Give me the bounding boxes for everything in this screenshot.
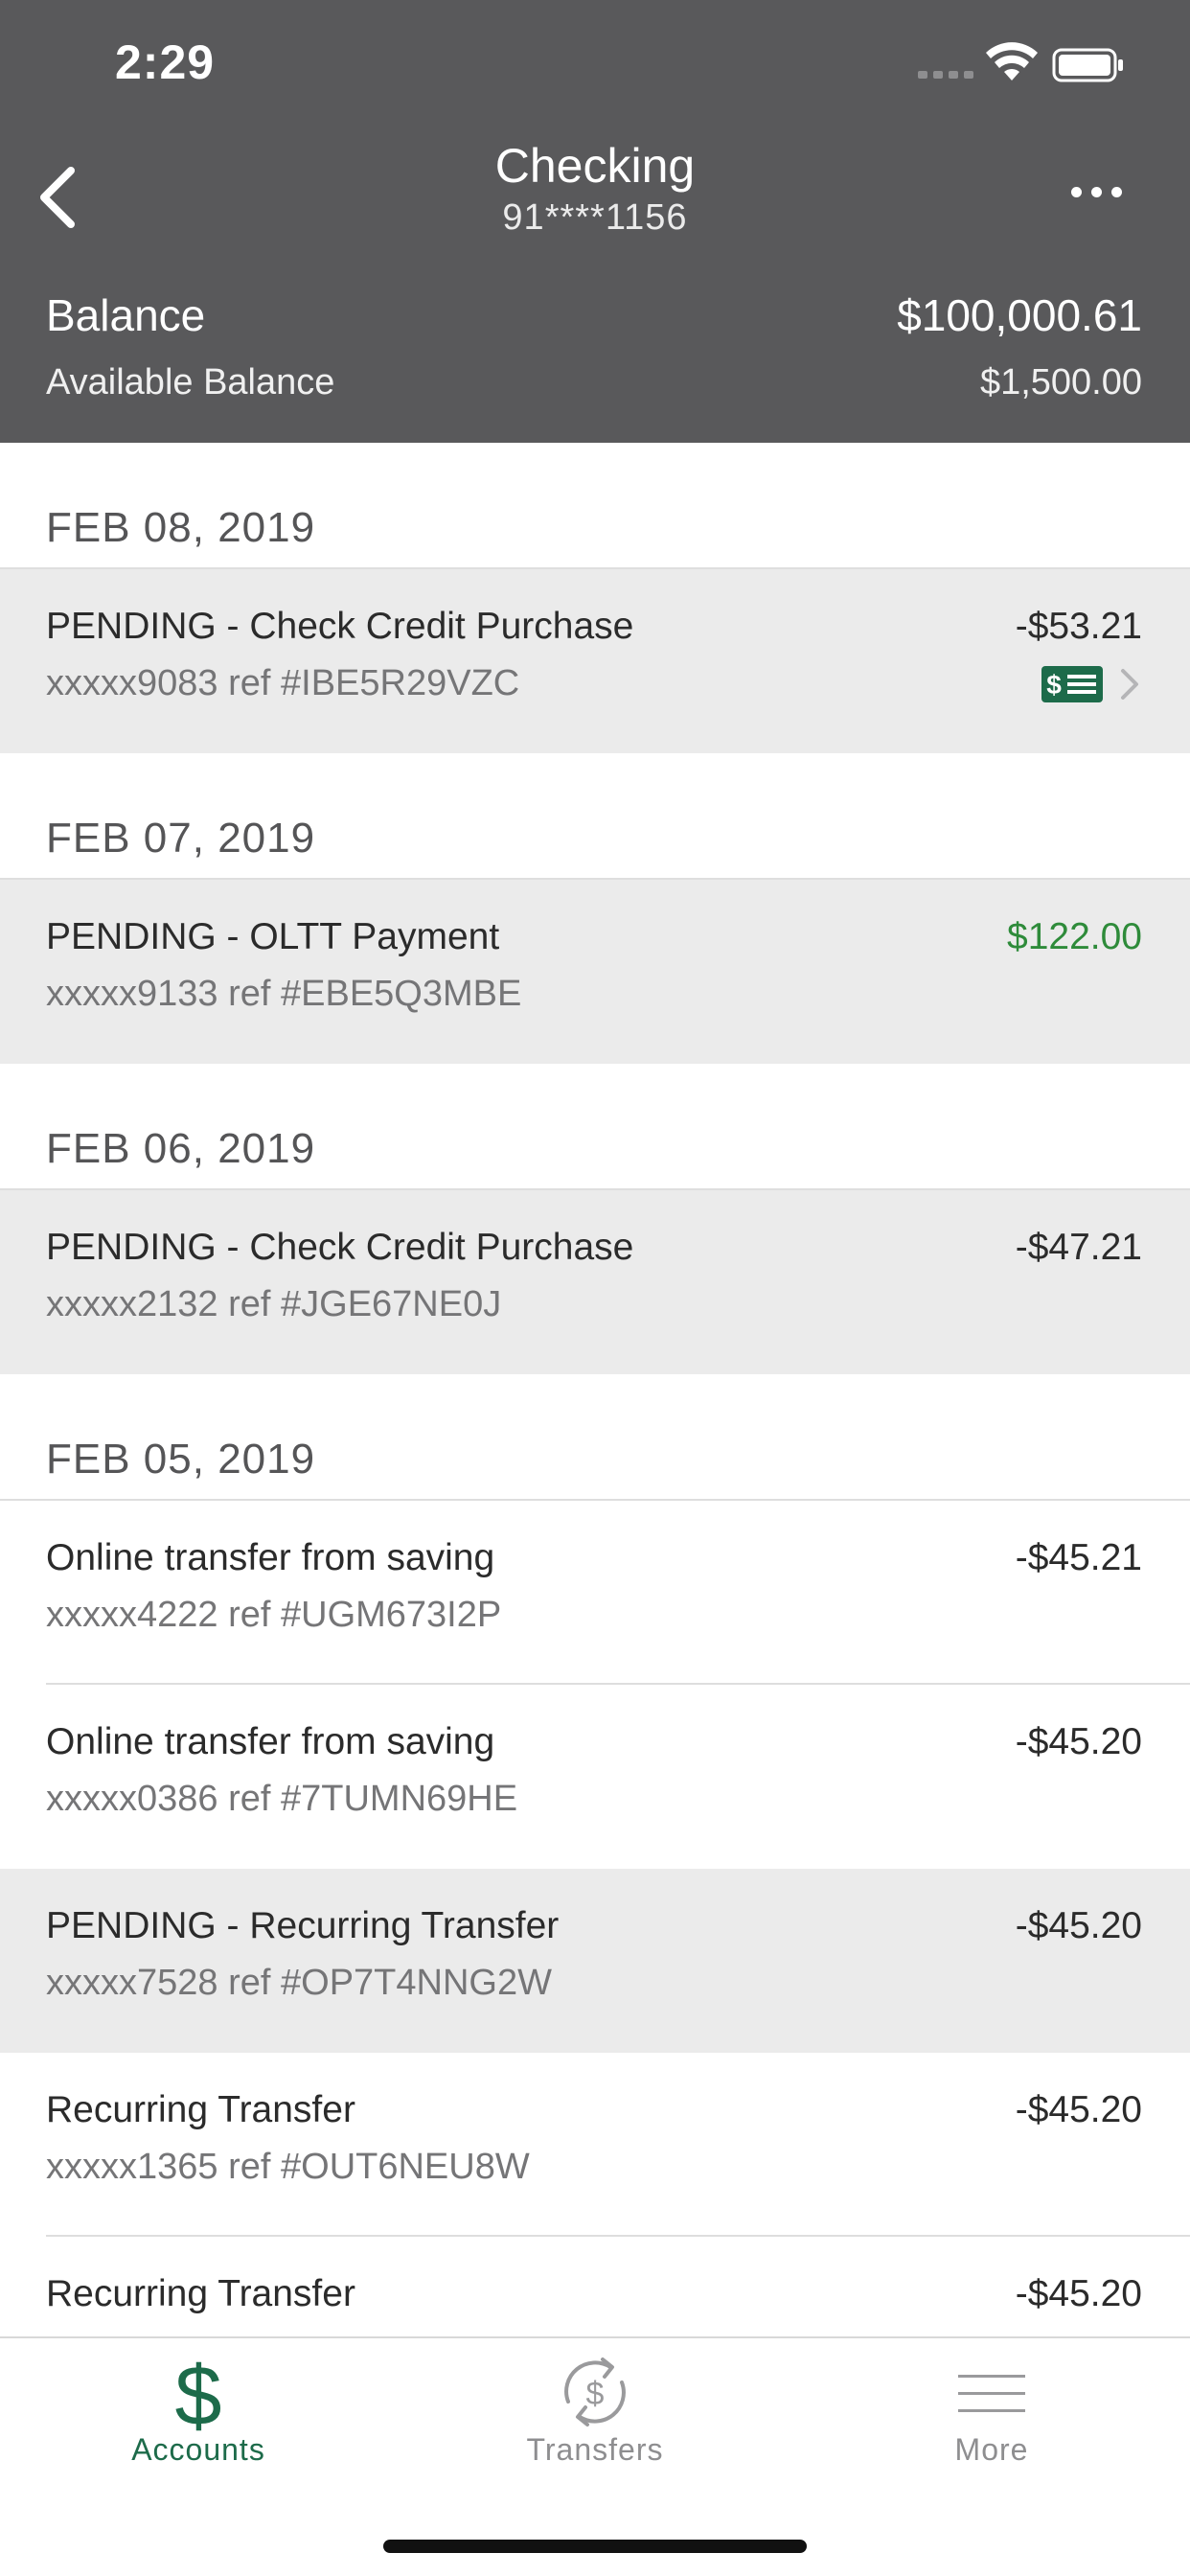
- date-header: FEB 06, 2019: [0, 1064, 1190, 1190]
- transaction-amount: -$45.20: [1015, 2273, 1142, 2314]
- transaction-row[interactable]: PENDING - Recurring Transfer xxxxx7528 r…: [0, 1869, 1190, 2053]
- transaction-reference: xxxxx1365 ref #OUT6NEU8W: [46, 2147, 530, 2187]
- account-number: 91****1156: [502, 197, 688, 238]
- svg-text:$: $: [175, 2352, 222, 2432]
- transaction-description: PENDING - Check Credit Purchase: [46, 1227, 634, 1268]
- transaction-description: PENDING - Recurring Transfer: [46, 1905, 560, 1946]
- balance-value: $100,000.61: [897, 290, 1142, 340]
- date-header: FEB 07, 2019: [0, 753, 1190, 880]
- home-indicator: [383, 2540, 807, 2553]
- available-balance-label: Available Balance: [46, 362, 335, 402]
- status-bar: 2:29: [0, 0, 1190, 134]
- transaction-reference: xxxxx4222 ref #UGM673I2P: [46, 1595, 502, 1635]
- transaction-description: PENDING - Check Credit Purchase: [46, 606, 634, 647]
- transaction-amount: -$47.21: [1015, 1227, 1142, 1268]
- navigation-bar: Checking 91****1156: [0, 134, 1190, 268]
- transaction-row[interactable]: Online transfer from saving xxxxx0386 re…: [0, 1685, 1190, 1869]
- transaction-row[interactable]: PENDING - Check Credit Purchase xxxxx908…: [0, 569, 1190, 753]
- date-header: FEB 05, 2019: [0, 1374, 1190, 1501]
- transaction-reference: xxxxx9133 ref #EBE5Q3MBE: [46, 974, 522, 1014]
- tab-more[interactable]: More: [793, 2338, 1190, 2482]
- battery-icon: [1052, 48, 1123, 82]
- tab-label: Accounts: [131, 2432, 265, 2467]
- status-time: 2:29: [115, 35, 216, 89]
- transaction-description: PENDING - OLTT Payment: [46, 916, 500, 957]
- transaction-amount: -$45.20: [1015, 1721, 1142, 1762]
- transaction-amount: -$45.21: [1015, 1537, 1142, 1578]
- transaction-description: Recurring Transfer: [46, 2089, 355, 2130]
- transaction-row[interactable]: PENDING - Check Credit Purchase xxxxx213…: [0, 1190, 1190, 1374]
- wifi-icon: [986, 42, 1038, 80]
- cellular-signal-icon: [918, 71, 973, 79]
- transaction-row[interactable]: PENDING - OLTT Payment xxxxx9133 ref #EB…: [0, 880, 1190, 1064]
- transfer-cycle-icon: $: [564, 2358, 626, 2426]
- transaction-row[interactable]: Recurring Transfer -$45.20: [0, 2237, 1190, 2336]
- transaction-description: Online transfer from saving: [46, 1537, 495, 1578]
- available-balance-value: $1,500.00: [979, 362, 1142, 402]
- transaction-amount: -$45.20: [1015, 1905, 1142, 1946]
- transaction-row[interactable]: Online transfer from saving xxxxx4222 re…: [0, 1501, 1190, 1685]
- tab-transfers[interactable]: $ Transfers: [397, 2338, 793, 2482]
- transaction-description: Online transfer from saving: [46, 1721, 495, 1762]
- tab-label: More: [954, 2432, 1029, 2467]
- transaction-reference: xxxxx2132 ref #JGE67NE0J: [46, 1284, 502, 1324]
- transaction-reference: xxxxx9083 ref #IBE5R29VZC: [46, 663, 520, 703]
- transaction-amount: $122.00: [1007, 916, 1142, 957]
- svg-text:$: $: [1046, 670, 1062, 700]
- transaction-reference: xxxxx0386 ref #7TUMN69HE: [46, 1779, 518, 1819]
- transaction-description: Recurring Transfer: [46, 2273, 355, 2314]
- menu-lines-icon: [958, 2375, 1025, 2412]
- transaction-row[interactable]: Recurring Transfer xxxxx1365 ref #OUT6NE…: [0, 2053, 1190, 2237]
- transaction-amount: -$53.21: [1015, 606, 1142, 647]
- svg-text:$: $: [586, 2376, 605, 2412]
- transaction-list[interactable]: FEB 08, 2019 PENDING - Check Credit Purc…: [0, 443, 1190, 2336]
- check-image-icon[interactable]: $: [1041, 665, 1104, 703]
- tab-accounts[interactable]: $ Accounts: [0, 2338, 397, 2482]
- page-title: Checking: [494, 139, 696, 193]
- transaction-reference: xxxxx7528 ref #OP7T4NNG2W: [46, 1963, 552, 2003]
- dollar-icon: $: [175, 2352, 222, 2432]
- transaction-amount: -$45.20: [1015, 2089, 1142, 2130]
- date-header: FEB 08, 2019: [0, 443, 1190, 569]
- account-header: 2:29 Checking 91****1156 Balance $100,00…: [0, 0, 1190, 443]
- more-options-icon[interactable]: [1058, 172, 1134, 211]
- balance-label: Balance: [46, 290, 206, 340]
- tab-label: Transfers: [526, 2432, 664, 2467]
- chevron-right-icon: [1121, 669, 1138, 700]
